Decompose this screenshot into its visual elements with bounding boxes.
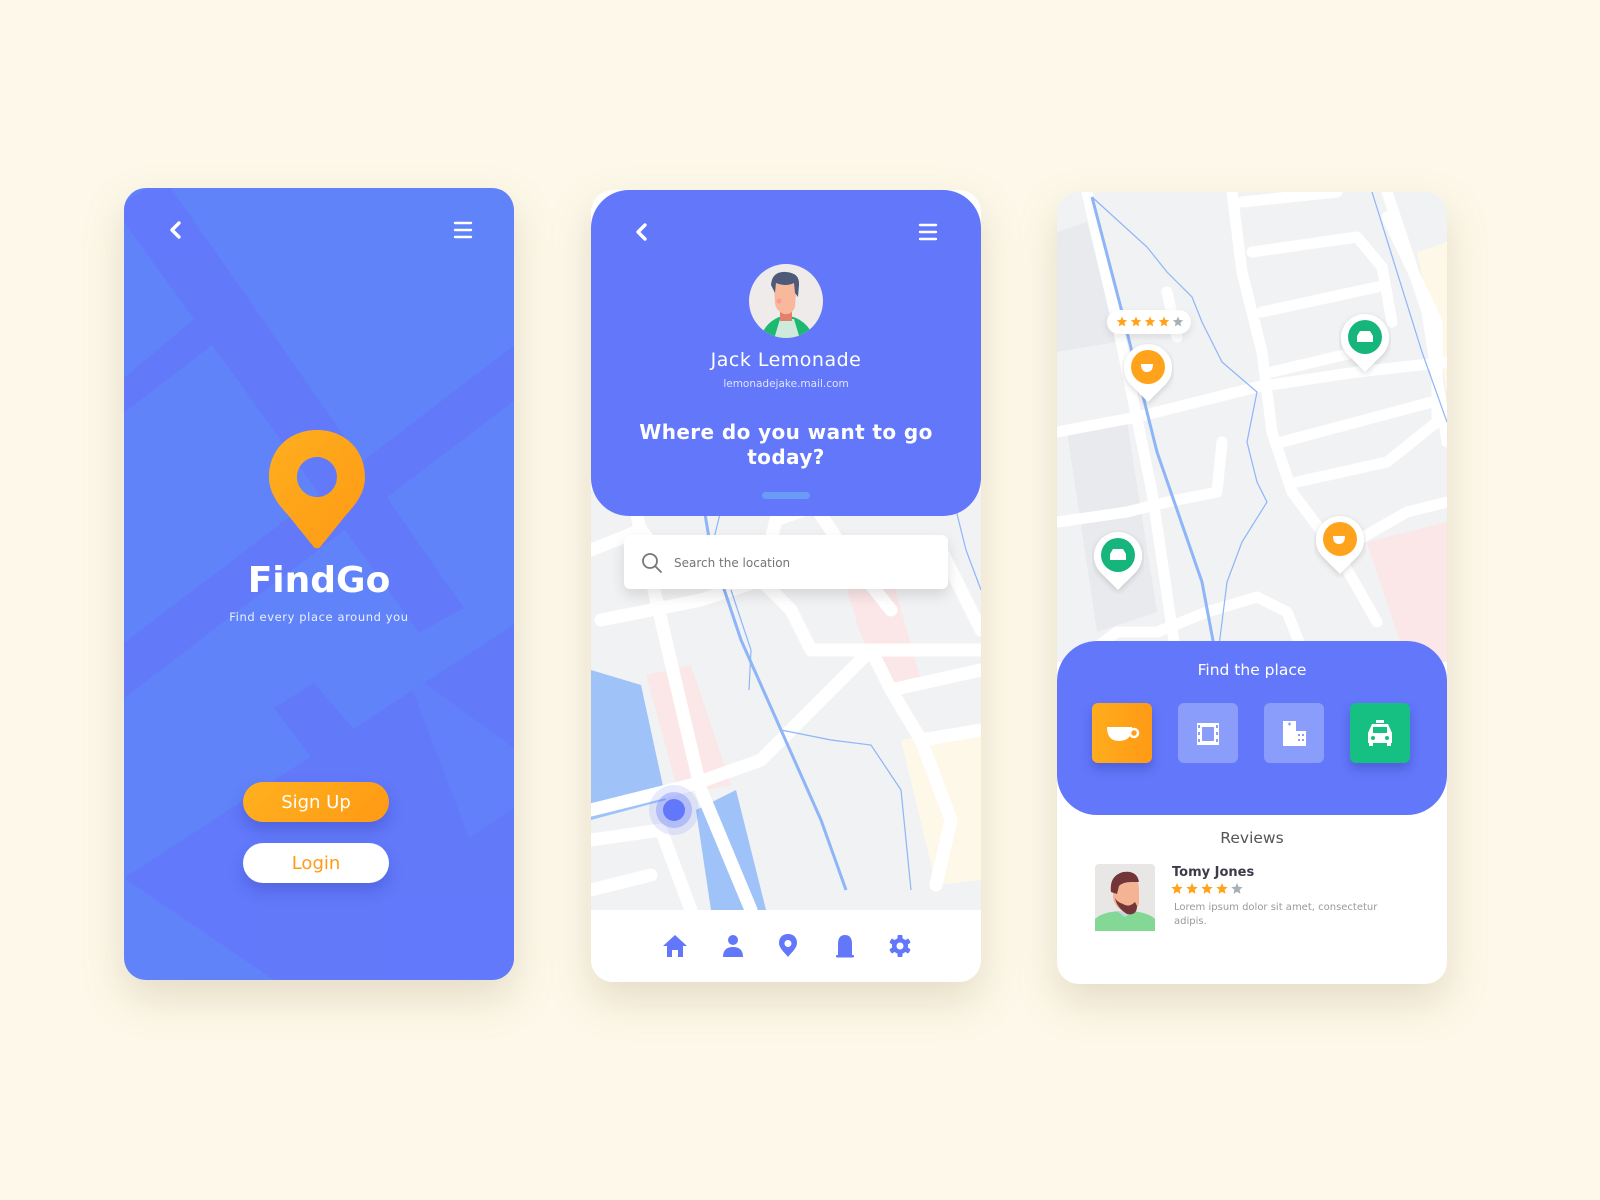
reviewer-avatar — [1095, 864, 1155, 931]
menu-button[interactable] — [918, 223, 938, 241]
nav-profile[interactable] — [719, 932, 747, 960]
current-location-marker — [663, 799, 685, 821]
nav-settings[interactable] — [886, 932, 914, 960]
star-filled-icon — [1186, 883, 1198, 894]
coffee-cup-icon — [1107, 727, 1140, 741]
pin-rating-bubble — [1107, 310, 1191, 334]
find-place-title: Find the place — [1197, 661, 1307, 679]
taxi-icon — [1368, 720, 1392, 746]
hamburger-menu-icon — [918, 223, 938, 241]
home-icon — [663, 935, 687, 957]
category-cinema[interactable] — [1178, 703, 1238, 763]
chevron-left-icon — [636, 223, 647, 241]
back-button[interactable] — [634, 222, 648, 242]
hospital-icon — [1283, 721, 1306, 746]
prompt-heading: Where do you want to go today? — [639, 420, 933, 469]
review-star-rating — [1171, 883, 1243, 894]
nav-home[interactable] — [661, 932, 689, 960]
film-icon — [1197, 723, 1219, 745]
map-pin-taxi[interactable] — [1339, 312, 1391, 376]
star-filled-icon — [1116, 316, 1128, 327]
star-filled-icon — [1201, 883, 1213, 894]
star-empty-icon — [1172, 316, 1184, 327]
map-pin-cafe[interactable] — [1122, 342, 1174, 406]
location-pin-icon — [779, 934, 797, 957]
star-filled-icon — [1216, 883, 1228, 894]
hamburger-menu-icon — [453, 221, 473, 239]
user-name: Jack Lemonade — [710, 349, 862, 371]
map-pin-taxi[interactable] — [1092, 530, 1144, 594]
search-screen: Jack Lemonade lemonadejake.mail.com Wher… — [591, 190, 981, 982]
star-empty-icon — [1231, 883, 1243, 894]
category-taxi[interactable] — [1350, 703, 1410, 763]
search-icon — [642, 553, 662, 573]
menu-button[interactable] — [453, 221, 473, 239]
search-bar — [624, 535, 948, 591]
app-name: FindGo — [247, 560, 391, 601]
star-filled-icon — [1158, 316, 1170, 327]
find-place-panel: Find the place — [1057, 641, 1447, 815]
category-hospital[interactable] — [1264, 703, 1324, 763]
taxi-icon — [1357, 331, 1373, 342]
review-text: Lorem ipsum dolor sit amet, consectetur … — [1174, 902, 1378, 927]
star-filled-icon — [1144, 316, 1156, 327]
star-filled-icon — [1171, 883, 1183, 894]
splash-screen: FindGo Find every place around you Sign … — [124, 188, 514, 980]
search-input[interactable] — [672, 535, 936, 591]
reviews-title: Reviews — [1220, 829, 1284, 847]
drag-handle[interactable] — [762, 492, 810, 499]
user-email: lemonadejake.mail.com — [723, 378, 849, 390]
taxi-icon — [1110, 549, 1126, 560]
profile-header: Jack Lemonade lemonadejake.mail.com Wher… — [591, 190, 981, 516]
back-button[interactable] — [168, 220, 182, 240]
avatar[interactable] — [748, 263, 824, 339]
bottom-nav — [591, 910, 981, 982]
category-cafe[interactable] — [1092, 703, 1152, 763]
star-filled-icon — [1130, 316, 1142, 327]
reviewer-name: Tomy Jones — [1172, 865, 1255, 880]
nav-location[interactable] — [774, 932, 802, 960]
chevron-left-icon — [170, 221, 181, 239]
bell-icon — [836, 935, 854, 958]
star-rating — [1116, 316, 1184, 327]
gear-icon — [889, 935, 911, 957]
sign-up-button[interactable]: Sign Up — [243, 782, 389, 822]
map-pin-cafe[interactable] — [1314, 514, 1366, 578]
user-icon — [723, 935, 743, 957]
tagline: Find every place around you — [229, 610, 409, 624]
login-button[interactable]: Login — [243, 843, 389, 883]
nav-notifications[interactable] — [831, 932, 859, 960]
location-pin-icon — [269, 430, 365, 549]
explore-screen: Find the place Reviews Tomy Jones Lorem … — [1057, 192, 1447, 984]
